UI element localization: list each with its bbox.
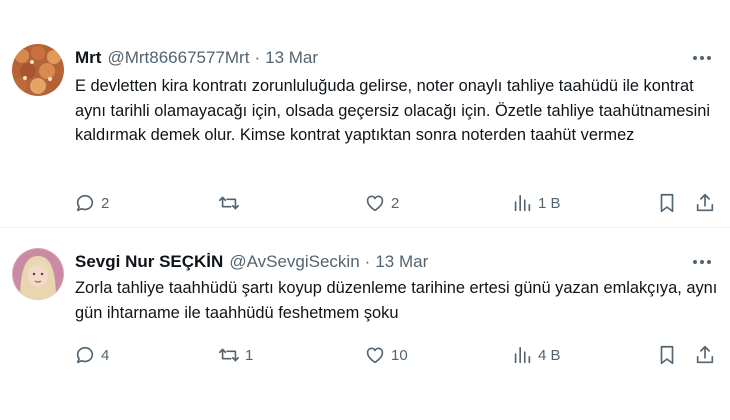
- like-count: 2: [391, 194, 400, 212]
- action-bar: 2 2 1 B: [60, 188, 720, 218]
- retweet-button[interactable]: 1: [218, 340, 253, 370]
- retweet-button[interactable]: [218, 188, 245, 218]
- bookmark-icon: [660, 193, 674, 213]
- avatar-image: [12, 248, 64, 300]
- bookmark-button[interactable]: [656, 340, 678, 370]
- views-button[interactable]: 1 B: [511, 188, 561, 218]
- avatar-image: [12, 44, 64, 96]
- views-button[interactable]: 4 B: [511, 340, 561, 370]
- tweet-header: Sevgi Nur SEÇKİN @AvSevgiSeckin · 13 Mar: [75, 250, 716, 274]
- views-count: 4 B: [538, 346, 561, 364]
- share-icon: [696, 193, 714, 212]
- reply-icon: [76, 194, 94, 212]
- tweet-header: Mrt @Mrt86667577Mrt · 13 Mar: [75, 46, 716, 70]
- bookmark-button[interactable]: [656, 188, 678, 218]
- timestamp[interactable]: 13 Mar: [265, 48, 318, 68]
- share-button[interactable]: [694, 188, 716, 218]
- display-name[interactable]: Sevgi Nur SEÇKİN: [75, 252, 223, 272]
- tweet-text: Zorla tahliye taahhüdü şartı koyup düzen…: [75, 279, 718, 322]
- bookmark-icon: [660, 345, 674, 365]
- more-icon[interactable]: [688, 46, 716, 70]
- reply-count: 4: [101, 346, 110, 364]
- avatar[interactable]: [12, 44, 64, 96]
- retweet-icon: [219, 196, 239, 210]
- share-icon: [696, 345, 714, 364]
- tweet-text: E devletten kira kontratı zorunluluğuda …: [75, 77, 711, 144]
- reply-button[interactable]: 4: [74, 340, 109, 370]
- views-icon: [514, 346, 531, 364]
- tweet[interactable]: Mrt @Mrt86667577Mrt · 13 Mar E devletten…: [0, 0, 730, 227]
- like-count: 10: [391, 346, 408, 364]
- like-button[interactable]: 2: [364, 188, 399, 218]
- user-handle[interactable]: @Mrt86667577Mrt: [107, 48, 249, 68]
- timestamp[interactable]: 13 Mar: [375, 252, 428, 272]
- reply-button[interactable]: 2: [74, 188, 109, 218]
- share-button[interactable]: [694, 340, 716, 370]
- reply-icon: [76, 346, 94, 364]
- separator: ·: [364, 252, 371, 271]
- views-count: 1 B: [538, 194, 561, 212]
- avatar[interactable]: [12, 248, 64, 300]
- like-icon: [366, 347, 384, 364]
- retweet-count: 1: [245, 346, 254, 364]
- action-bar: 4 1 10 4 B: [60, 340, 720, 370]
- separator: ·: [254, 48, 261, 67]
- more-icon[interactable]: [688, 250, 716, 274]
- like-icon: [366, 195, 384, 212]
- reply-count: 2: [101, 194, 110, 212]
- tweet-feed: Mrt @Mrt86667577Mrt · 13 Mar E devletten…: [0, 0, 730, 420]
- views-icon: [514, 194, 531, 212]
- retweet-icon: [219, 348, 239, 362]
- tweet[interactable]: Sevgi Nur SEÇKİN @AvSevgiSeckin · 13 Mar…: [0, 228, 730, 420]
- like-button[interactable]: 10: [364, 340, 408, 370]
- display-name[interactable]: Mrt: [75, 48, 101, 68]
- user-handle[interactable]: @AvSevgiSeckin: [229, 252, 359, 272]
